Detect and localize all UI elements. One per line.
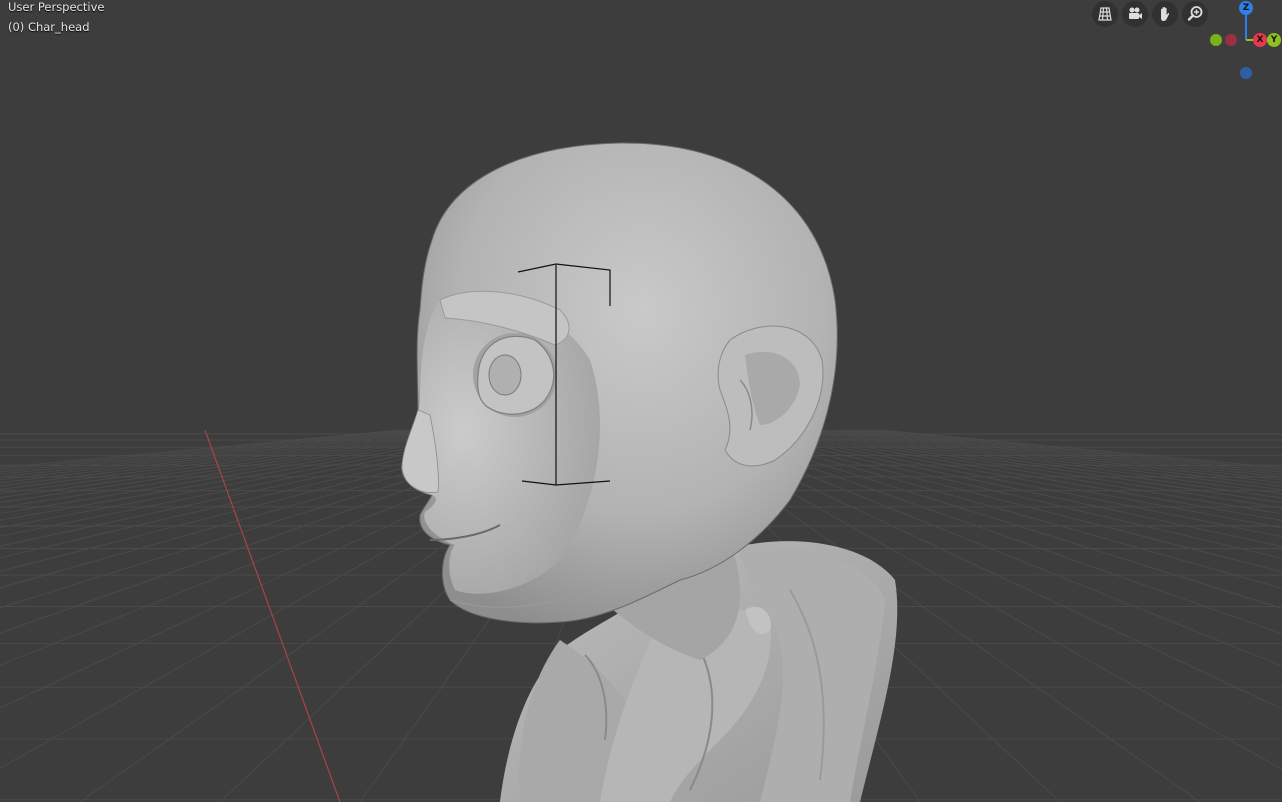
- viewport-scene[interactable]: [0, 0, 1282, 802]
- gizmo-y-axis[interactable]: Y: [1267, 33, 1281, 47]
- camera-icon: [1129, 7, 1142, 19]
- gizmo-neg-y-dot[interactable]: [1210, 34, 1222, 46]
- grid-line: [839, 429, 1282, 481]
- active-object-label: (0) Char_head: [8, 20, 90, 34]
- 3d-viewport[interactable]: User Perspective (0) Char_head Z X Y: [0, 0, 1282, 802]
- view-perspective-label: User Perspective: [8, 0, 105, 14]
- grid-line: [0, 429, 417, 473]
- gizmo-neg-z-dot[interactable]: [1240, 67, 1252, 79]
- axis-navigation-gizmo[interactable]: Z X Y: [1200, 0, 1282, 90]
- gizmo-z-axis[interactable]: Z: [1239, 1, 1253, 15]
- grid-line: [847, 429, 1282, 478]
- hand-pan-icon: [1161, 7, 1170, 21]
- pan-view-button[interactable]: [1152, 1, 1178, 27]
- grid-icon: [1098, 7, 1112, 21]
- grid-line: [0, 429, 465, 490]
- grid-line: [0, 429, 409, 471]
- toggle-ortho-grid-icon[interactable]: [1092, 1, 1118, 27]
- grid-line: [855, 429, 1282, 475]
- gizmo-neg-x-dot[interactable]: [1225, 34, 1237, 46]
- grid-line: [0, 429, 441, 481]
- x-axis-line: [204, 429, 341, 802]
- camera-view-button[interactable]: [1122, 1, 1148, 27]
- grid-line: [0, 429, 401, 469]
- grid-line: [0, 429, 457, 487]
- grid-line: [0, 429, 433, 478]
- grid-line: [863, 429, 1282, 473]
- gizmo-x-axis[interactable]: X: [1253, 33, 1267, 47]
- grid-line: [0, 429, 473, 494]
- grid-line: [0, 429, 481, 499]
